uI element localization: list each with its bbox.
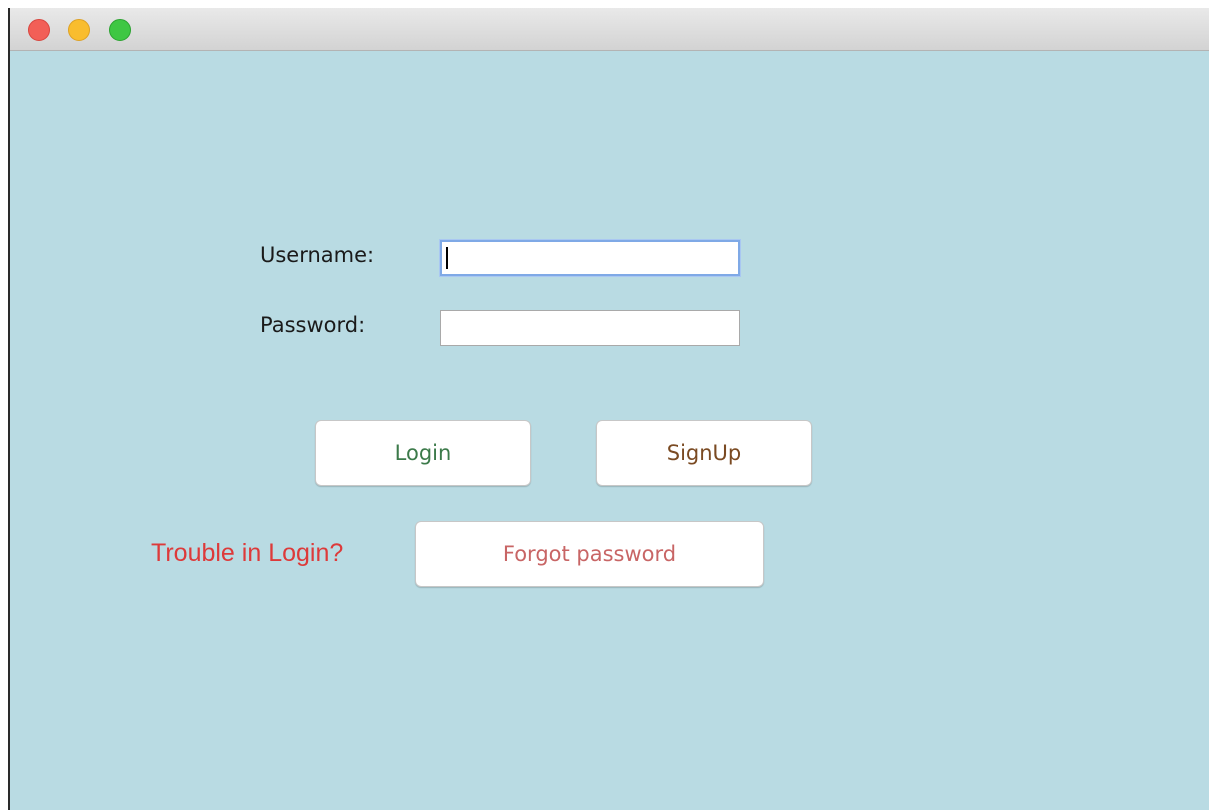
password-field[interactable] xyxy=(440,310,740,346)
title-bar xyxy=(10,8,1209,51)
username-field[interactable] xyxy=(440,240,740,276)
forgot-password-button[interactable]: Forgot password xyxy=(415,521,764,587)
username-label: Username: xyxy=(260,243,375,267)
trouble-login-text: Trouble in Login? xyxy=(151,539,344,567)
minimize-window-button[interactable] xyxy=(68,19,90,41)
login-window: Username: Password: Login SignUp Trouble… xyxy=(8,8,1209,810)
password-label: Password: xyxy=(260,313,366,337)
login-button[interactable]: Login xyxy=(315,420,531,486)
text-caret xyxy=(446,247,448,269)
signup-button[interactable]: SignUp xyxy=(596,420,812,486)
close-window-button[interactable] xyxy=(28,19,50,41)
zoom-window-button[interactable] xyxy=(109,19,131,41)
